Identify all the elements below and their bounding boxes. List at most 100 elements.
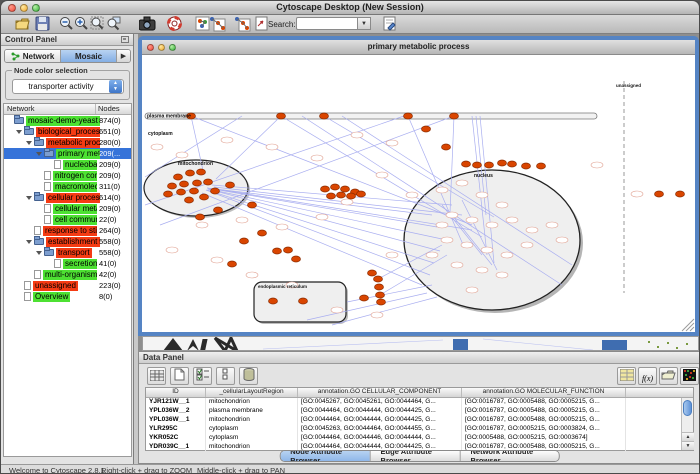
gene-node[interactable] xyxy=(522,163,531,169)
tab-node-attribute-browser[interactable]: Node Attribute Browser xyxy=(280,451,370,461)
gene-label-node[interactable] xyxy=(521,242,533,248)
destroy-network-icon[interactable] xyxy=(234,16,251,33)
gene-label-node[interactable] xyxy=(406,192,418,198)
column-header[interactable]: _cellularLayoutRegion xyxy=(206,388,298,397)
tab-mosaic[interactable]: Mosaic xyxy=(61,50,117,62)
disclosure-triangle-icon[interactable] xyxy=(36,152,42,156)
gene-label-node[interactable] xyxy=(446,212,458,218)
gene-node[interactable] xyxy=(347,193,356,199)
table-cell[interactable]: [GO:0005488, GO:0005215, GO:0003674] xyxy=(462,434,626,443)
frame-titlebar[interactable]: primary metabolic process xyxy=(142,40,695,55)
gene-label-node[interactable] xyxy=(466,287,478,293)
tree-row[interactable]: transport558(0) xyxy=(4,247,131,258)
gene-label-node[interactable] xyxy=(476,192,488,198)
gene-label-node[interactable] xyxy=(311,155,323,161)
tree-row[interactable]: secretion41(0) xyxy=(4,258,131,269)
table-row[interactable]: YJR121W__1mitochondrion[GO:0045267, GO:0… xyxy=(146,398,693,407)
gene-node[interactable] xyxy=(277,113,286,119)
gene-node[interactable] xyxy=(655,191,664,197)
table-cell[interactable]: cytoplasm xyxy=(206,434,298,443)
plasma-membrane-region[interactable] xyxy=(145,113,597,119)
table-cell[interactable]: YPL036W__2 xyxy=(146,407,206,416)
delete-attribute-icon[interactable] xyxy=(239,367,258,385)
formula-icon[interactable]: f(x) xyxy=(638,367,657,385)
snapshot-icon[interactable] xyxy=(139,16,156,33)
table-cell[interactable]: [GO:0016787, GO:0005488, GO:0005215, G..… xyxy=(462,407,626,416)
table-cell[interactable]: mitochondrion xyxy=(206,416,298,425)
new-attribute-icon[interactable] xyxy=(170,367,189,385)
tab-network-attribute-browser[interactable]: Network Attribute Browser xyxy=(461,451,559,461)
tab-network[interactable]: Network xyxy=(5,50,61,62)
table-cell[interactable]: [GO:0044464, GO:0044444, GO:0044425, G..… xyxy=(298,416,462,425)
table-cell[interactable]: [GO:0044464, GO:0044444, GO:0044425, G..… xyxy=(298,407,462,416)
disclosure-triangle-icon[interactable] xyxy=(26,240,32,244)
gene-label-node[interactable] xyxy=(386,252,398,258)
gene-label-node[interactable] xyxy=(436,187,448,193)
resize-grip[interactable] xyxy=(686,323,694,331)
disclosure-triangle-icon[interactable] xyxy=(36,251,42,255)
gene-node[interactable] xyxy=(228,261,237,267)
table-cell[interactable]: YKR052C xyxy=(146,434,206,443)
tree-row[interactable]: cellular process614(0) xyxy=(4,192,131,203)
gene-label-node[interactable] xyxy=(526,227,538,233)
gene-node[interactable] xyxy=(321,186,330,192)
gene-label-node[interactable] xyxy=(496,202,508,208)
matrix-icon[interactable] xyxy=(617,367,636,385)
gene-label-node[interactable] xyxy=(236,217,248,223)
gene-label-node[interactable] xyxy=(506,217,518,223)
table-scrollbar[interactable]: ▲ ▼ xyxy=(681,398,693,450)
tree-row[interactable]: nitrogen compo209(0) xyxy=(4,170,131,181)
tree-column-nodes[interactable]: Nodes xyxy=(96,104,131,114)
gene-node[interactable] xyxy=(485,162,494,168)
select-attributes-icon[interactable] xyxy=(193,367,212,385)
gene-node[interactable] xyxy=(377,299,386,305)
color-attribute-dropdown[interactable]: transporter activity ▲▼ xyxy=(12,79,124,94)
gene-node[interactable] xyxy=(337,192,346,198)
background-window[interactable] xyxy=(142,336,699,351)
table-cell[interactable]: [GO:0016787, GO:0005488, GO:0005215, G..… xyxy=(462,398,626,407)
gene-label-node[interactable] xyxy=(276,224,288,230)
gene-node[interactable] xyxy=(284,247,293,253)
gene-node[interactable] xyxy=(442,144,451,150)
gene-label-node[interactable] xyxy=(591,162,603,168)
gene-label-node[interactable] xyxy=(461,242,473,248)
table-cell[interactable]: mitochondrion xyxy=(206,398,298,407)
gene-node[interactable] xyxy=(197,169,206,175)
gene-label-node[interactable] xyxy=(426,252,438,258)
gene-label-node[interactable] xyxy=(246,272,258,278)
zoom-in-icon[interactable] xyxy=(73,16,90,33)
gene-label-node[interactable] xyxy=(151,144,163,150)
gene-node[interactable] xyxy=(404,113,413,119)
table-cell[interactable]: [GO:0016787, GO:0005488, GO:0005215, G..… xyxy=(462,416,626,425)
table-row[interactable]: YPL036W__1mitochondrion[GO:0044464, GO:0… xyxy=(146,416,693,425)
gene-label-node[interactable] xyxy=(386,140,398,146)
gene-node[interactable] xyxy=(462,161,471,167)
scroll-down-icon[interactable]: ▼ xyxy=(682,441,694,450)
tree-row[interactable]: primary metabo209(... xyxy=(4,148,131,159)
gene-label-node[interactable] xyxy=(466,217,478,223)
gene-label-node[interactable] xyxy=(556,237,568,243)
gene-node[interactable] xyxy=(269,298,278,304)
tree-row[interactable]: cellular metabo209(0) xyxy=(4,203,131,214)
gene-label-node[interactable] xyxy=(221,137,233,143)
gene-label-node[interactable] xyxy=(331,307,343,313)
gene-node[interactable] xyxy=(450,113,459,119)
table-row[interactable]: YPL036W__2plasma membrane[GO:0044464, GO… xyxy=(146,407,693,416)
tree-row[interactable]: mosaic-demo-yeast874(0) xyxy=(4,115,131,126)
zoom-selected-icon[interactable] xyxy=(105,16,122,33)
column-header[interactable]: annotation.GO MOLECULAR_FUNCTION xyxy=(462,388,626,397)
gene-label-node[interactable] xyxy=(351,132,363,138)
tree-row[interactable]: response to stimulu264(0) xyxy=(4,225,131,236)
gene-node[interactable] xyxy=(331,184,340,190)
table-cell[interactable]: YDR039C__1 xyxy=(146,443,206,452)
network-canvas[interactable]: plasma membranecytoplasmmitochondrionnuc… xyxy=(142,55,695,332)
gene-label-node[interactable] xyxy=(501,252,513,258)
search-input[interactable] xyxy=(296,17,358,30)
scroll-up-icon[interactable]: ▲ xyxy=(682,432,694,441)
gene-node[interactable] xyxy=(508,161,517,167)
zoom-fit-icon[interactable] xyxy=(89,16,106,33)
gene-node[interactable] xyxy=(204,179,213,185)
gene-node[interactable] xyxy=(375,284,384,290)
gene-node[interactable] xyxy=(226,182,235,188)
gene-node[interactable] xyxy=(498,160,507,166)
